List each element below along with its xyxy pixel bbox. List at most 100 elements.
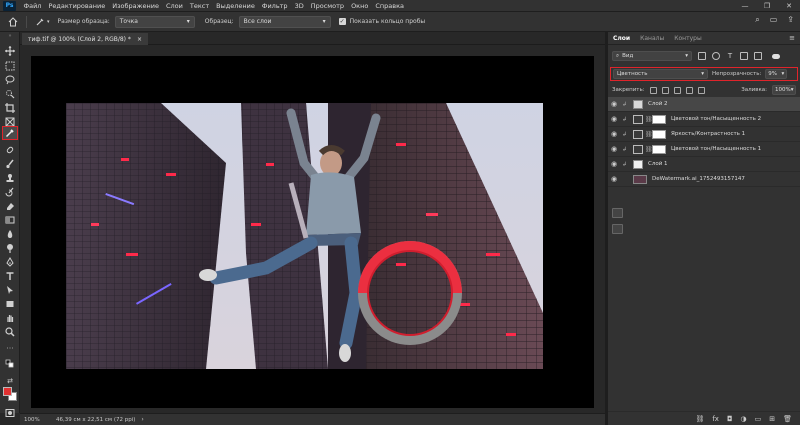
menu-type[interactable]: Текст: [186, 2, 212, 10]
folder-icon[interactable]: ▭: [755, 415, 762, 423]
show-ring-checkbox[interactable]: ✓: [338, 18, 346, 25]
visibility-eye-icon[interactable]: ◉: [608, 115, 620, 123]
brush-tool-icon[interactable]: [2, 157, 18, 171]
layer-name: Цветовой тон/Насыщенность 1: [671, 146, 762, 152]
layer-row[interactable]: ◉ ↲ ⛓ Цветовой тон/Насыщенность 1: [608, 142, 800, 157]
layer-row[interactable]: ◉ ↲ ⛓ Цветовой тон/Насыщенность 2: [608, 112, 800, 127]
healing-brush-tool-icon[interactable]: [2, 143, 18, 157]
eraser-tool-icon[interactable]: [2, 199, 18, 213]
clone-stamp-tool-icon[interactable]: [2, 171, 18, 185]
more-tools-icon[interactable]: ···: [2, 341, 18, 355]
visibility-eye-icon[interactable]: ◉: [608, 130, 620, 138]
default-colors-icon[interactable]: [2, 357, 18, 371]
layer-row[interactable]: ◉ ↲ Слой 2: [608, 97, 800, 112]
tab-paths[interactable]: Контуры: [669, 33, 706, 44]
properties-panel-icon[interactable]: [611, 208, 623, 218]
close-tab-icon[interactable]: ×: [137, 36, 142, 43]
menu-layers[interactable]: Слои: [162, 2, 186, 10]
fill-input[interactable]: 100% ▾: [772, 85, 796, 95]
type-tool-icon[interactable]: [2, 269, 18, 283]
sample-size-dropdown[interactable]: Точка ▾: [114, 15, 195, 28]
foreground-color-swatch[interactable]: [3, 387, 12, 396]
chevron-down-icon[interactable]: ▾: [47, 19, 50, 25]
filter-type-icon[interactable]: T: [726, 52, 734, 60]
filter-pixel-icon[interactable]: [698, 52, 706, 60]
menu-filter[interactable]: Фильтр: [258, 2, 291, 10]
lock-artboard-icon[interactable]: [685, 86, 693, 94]
toolbar-collapse-icon[interactable]: »: [2, 33, 18, 39]
lasso-tool-icon[interactable]: [2, 73, 18, 87]
panel-menu-icon[interactable]: ≡: [789, 34, 795, 42]
menu-select[interactable]: Выделение: [213, 2, 259, 10]
crop-tool-icon[interactable]: [2, 101, 18, 115]
blur-tool-icon[interactable]: [2, 227, 18, 241]
path-selection-tool-icon[interactable]: [2, 283, 18, 297]
quick-selection-tool-icon[interactable]: [2, 87, 18, 101]
lock-all-icon[interactable]: [697, 86, 705, 94]
filter-shape-icon[interactable]: [740, 52, 748, 60]
menu-window[interactable]: Окно: [348, 2, 372, 10]
swap-colors-icon[interactable]: ⇄: [2, 374, 18, 388]
menu-3d[interactable]: 3D: [291, 2, 307, 10]
opacity-input[interactable]: 9% ▾: [765, 69, 788, 79]
search-icon[interactable]: ⌕: [755, 15, 759, 25]
eyedropper-tool-icon[interactable]: [2, 126, 18, 140]
trash-icon[interactable]: 🗑: [783, 415, 792, 423]
menu-image[interactable]: Изображение: [109, 2, 163, 10]
share-icon[interactable]: ⇪: [787, 15, 794, 25]
layer-row[interactable]: ◉ ↲ Слой 1: [608, 157, 800, 172]
divider: [26, 15, 27, 28]
minimize-button[interactable]: —: [734, 2, 756, 10]
rectangle-tool-icon[interactable]: [2, 297, 18, 311]
link-layers-icon[interactable]: ⛓: [695, 415, 704, 423]
sample-dropdown[interactable]: Все слои ▾: [238, 15, 331, 28]
eyedropper-preset-icon[interactable]: [33, 15, 47, 29]
visibility-eye-icon[interactable]: ◉: [608, 145, 620, 153]
photo-image[interactable]: [66, 103, 543, 369]
menu-file[interactable]: Файл: [20, 2, 45, 10]
adjustments-panel-icon[interactable]: [611, 224, 623, 234]
layers-panel: Слои Каналы Контуры ≡ ⌕ Вид ▾ T Цветност…: [608, 32, 800, 425]
lock-position-icon[interactable]: [673, 86, 681, 94]
options-bar: ▾ Размер образца: Точка ▾ Образец: Все с…: [0, 12, 800, 32]
lock-image-icon[interactable]: [661, 86, 669, 94]
chevron-right-icon[interactable]: ›: [141, 416, 143, 423]
hand-tool-icon[interactable]: [2, 311, 18, 325]
blend-mode-dropdown[interactable]: Цветность ▾: [613, 69, 708, 79]
move-tool-icon[interactable]: [2, 44, 18, 58]
filter-kind-dropdown[interactable]: ⌕ Вид ▾: [612, 51, 692, 61]
tab-layers[interactable]: Слои: [608, 33, 636, 44]
zoom-level[interactable]: 100%: [24, 417, 56, 423]
history-brush-tool-icon[interactable]: [2, 185, 18, 199]
tab-channels[interactable]: Каналы: [635, 33, 669, 44]
layer-row[interactable]: ◉ ↲ ⛓ Яркость/Контрастность 1: [608, 127, 800, 142]
menu-edit[interactable]: Редактирование: [45, 2, 109, 10]
quick-mask-icon[interactable]: [2, 406, 18, 420]
sample-size-label: Размер образца:: [57, 18, 110, 25]
home-icon[interactable]: [6, 15, 20, 29]
menu-help[interactable]: Справка: [372, 2, 408, 10]
filter-smart-object-icon[interactable]: [754, 52, 762, 60]
canvas-area[interactable]: [20, 45, 605, 413]
pen-tool-icon[interactable]: [2, 255, 18, 269]
visibility-eye-icon[interactable]: ◉: [608, 160, 620, 168]
close-button[interactable]: ✕: [778, 2, 800, 10]
lock-transparent-icon[interactable]: [649, 86, 657, 94]
fx-icon[interactable]: fx: [712, 415, 719, 423]
workspace-icon[interactable]: ▭: [770, 15, 778, 25]
visibility-eye-icon[interactable]: ◉: [608, 100, 620, 108]
marquee-tool-icon[interactable]: [2, 59, 18, 73]
new-layer-icon[interactable]: ⊞: [769, 415, 775, 423]
filter-toggle[interactable]: [772, 53, 780, 59]
layer-row[interactable]: ◉ DeWatermark.ai_1752493157147: [608, 172, 800, 187]
adjustment-layer-icon[interactable]: ◑: [741, 415, 747, 423]
document-tab[interactable]: тиф.tif @ 100% (Слой 2, RGB/8) * ×: [22, 33, 148, 45]
menu-view[interactable]: Просмотр: [307, 2, 347, 10]
dodge-tool-icon[interactable]: [2, 241, 18, 255]
visibility-eye-icon[interactable]: ◉: [608, 175, 620, 183]
add-mask-icon[interactable]: ◘: [727, 415, 733, 423]
maximize-button[interactable]: ❐: [756, 2, 778, 10]
zoom-tool-icon[interactable]: [2, 325, 18, 339]
filter-adjustment-icon[interactable]: [712, 52, 720, 60]
gradient-tool-icon[interactable]: [2, 213, 18, 227]
